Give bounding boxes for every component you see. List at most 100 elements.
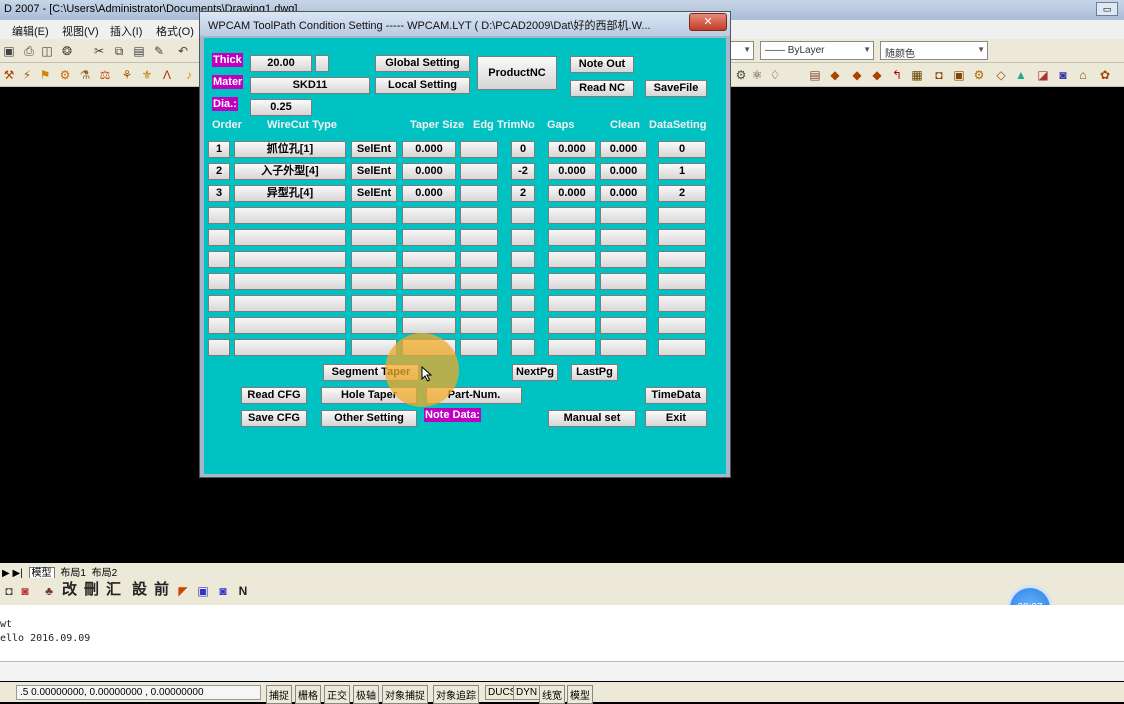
select-entity-button[interactable]: SelEnt [351,141,397,158]
wirecut-type-cell[interactable] [234,207,346,224]
menu-format[interactable]: 格式(O) [156,23,194,39]
edge-field[interactable] [460,141,498,158]
tool-icon[interactable]: ⚘ [120,68,134,82]
order-cell[interactable]: 1 [208,141,230,158]
taper-size-field[interactable] [402,207,456,224]
tool-icon[interactable]: ◆ [828,68,842,82]
order-cell[interactable] [208,273,230,290]
tool-icon[interactable]: ▣ [952,68,966,82]
gaps-field[interactable] [548,207,596,224]
taper-size-field[interactable] [402,295,456,312]
gaps-field[interactable]: 0.000 [548,163,596,180]
tool-icon[interactable]: ◙ [216,584,230,598]
select-entity-button[interactable] [351,229,397,246]
cut-icon[interactable]: ✂ [92,44,106,58]
tool-icon[interactable]: ⚗ [78,68,92,82]
local-setting-button[interactable]: Local Setting [375,77,470,94]
status-osnap[interactable]: 对象捕捉 [382,685,428,704]
edge-field[interactable] [460,229,498,246]
gaps-field[interactable]: 0.000 [548,141,596,158]
menu-view[interactable]: 视图(V) [62,23,99,39]
gaps-field[interactable] [548,317,596,334]
wirecut-type-cell[interactable] [234,295,346,312]
status-lineweight[interactable]: 线宽 [539,685,565,704]
tool-icon[interactable]: ⚜ [140,68,154,82]
order-cell[interactable]: 3 [208,185,230,202]
tool-icon[interactable]: ⚖ [98,68,112,82]
tool-icon[interactable]: ◘ [2,584,16,598]
thick-field[interactable]: 20.00 [250,55,312,72]
clean-field[interactable]: 0.000 [600,141,647,158]
edge-field[interactable] [460,251,498,268]
data-seting-field[interactable]: 0 [658,141,706,158]
tool-icon[interactable]: ▣ [196,584,210,598]
tool-icon[interactable]: ◪ [1036,68,1050,82]
trim-no-field[interactable]: 0 [511,141,535,158]
order-cell[interactable] [208,295,230,312]
lineweight-combo[interactable]: —— ByLayer ▼ [760,41,874,60]
select-entity-button[interactable] [351,317,397,334]
tool-icon[interactable]: ♢ [768,68,782,82]
order-cell[interactable] [208,339,230,356]
order-cell[interactable] [208,251,230,268]
edge-field[interactable] [460,273,498,290]
data-seting-field[interactable] [658,229,706,246]
other-setting-button[interactable]: Other Setting [321,410,417,427]
taper-size-field[interactable] [402,273,456,290]
tool-icon[interactable]: ⚙ [972,68,986,82]
time-data-button[interactable]: TimeData [645,387,707,404]
close-icon[interactable]: ✕ [689,13,727,31]
clean-field[interactable] [600,229,647,246]
command-input[interactable] [0,661,1124,681]
match-properties-icon[interactable]: ✎ [152,44,166,58]
wirecut-type-cell[interactable]: 异型孔[4] [234,185,346,202]
edge-field[interactable] [460,295,498,312]
menu-insert[interactable]: 插入(I) [110,23,142,39]
tool-icon[interactable]: ↰ [890,68,904,82]
diameter-field[interactable]: 0.25 [250,99,312,116]
trim-no-field[interactable] [511,207,535,224]
tool-icon[interactable]: ◤ [176,584,190,598]
tool-icon[interactable]: ◙ [18,584,32,598]
tool-icon[interactable]: ⚛ [750,68,764,82]
edge-field[interactable] [460,339,498,356]
data-seting-field[interactable] [658,207,706,224]
tool-icon[interactable]: Λ [160,68,174,82]
save-cfg-button[interactable]: Save CFG [241,410,307,427]
tool-icon[interactable]: ⌂ [1076,68,1090,82]
data-seting-field[interactable]: 1 [658,163,706,180]
wirecut-type-cell[interactable]: 抓位孔[1] [234,141,346,158]
tool-icon[interactable]: ◙ [1056,68,1070,82]
order-cell[interactable] [208,229,230,246]
trim-no-field[interactable]: -2 [511,163,535,180]
tool-icon[interactable]: ◆ [870,68,884,82]
toolbar-label[interactable]: 前 [154,582,169,597]
taper-size-field[interactable]: 0.000 [402,185,456,202]
copy-icon[interactable]: ⧉ [112,44,126,58]
last-page-button[interactable]: LastPg [571,364,618,381]
status-dyn[interactable]: DYN [513,685,541,700]
taper-size-field[interactable] [402,251,456,268]
status-ortho[interactable]: 正交 [324,685,350,704]
toolbar-label[interactable]: 改 [62,582,77,597]
material-field[interactable]: SKD11 [250,77,370,94]
tool-icon[interactable]: ⚑ [38,68,52,82]
print-icon[interactable]: ⎙ [22,44,36,58]
linetype-dropdown-arrow[interactable]: ▼ [730,41,754,60]
clean-field[interactable] [600,251,647,268]
gaps-field[interactable] [548,229,596,246]
save-icon[interactable]: ▣ [2,44,16,58]
gaps-field[interactable] [548,339,596,356]
select-entity-button[interactable] [351,251,397,268]
clean-field[interactable]: 0.000 [600,185,647,202]
clean-field[interactable] [600,339,647,356]
order-cell[interactable]: 2 [208,163,230,180]
tool-icon[interactable]: ▤ [808,68,822,82]
preview-icon[interactable]: ◫ [40,44,54,58]
trim-no-field[interactable] [511,339,535,356]
status-grid[interactable]: 栅格 [295,685,321,704]
select-entity-button[interactable]: SelEnt [351,185,397,202]
publish-icon[interactable]: ❂ [60,44,74,58]
trim-no-field[interactable] [511,251,535,268]
read-cfg-button[interactable]: Read CFG [241,387,307,404]
